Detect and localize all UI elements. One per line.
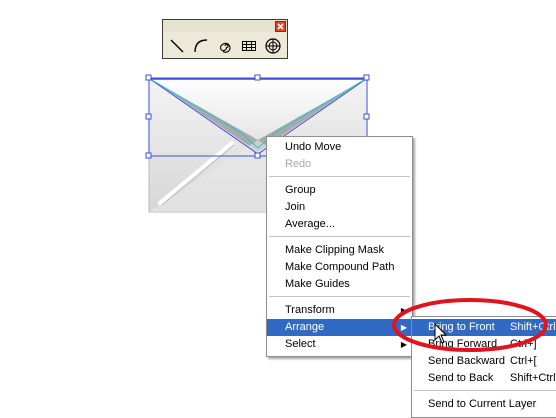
- menu-item-make-compound-path[interactable]: Make Compound Path: [267, 259, 412, 276]
- line-segment-tool-icon[interactable]: [165, 35, 189, 57]
- menu-separator: [269, 296, 410, 297]
- menu-separator: [269, 236, 410, 237]
- close-icon[interactable]: [275, 21, 286, 32]
- submenu-arrow-icon: ▶: [400, 340, 407, 349]
- handle-middle-left: [145, 113, 152, 120]
- submenu-item-bring-forward[interactable]: Bring Forward Ctrl+]: [412, 336, 556, 353]
- menu-shortcut: Ctrl+[: [510, 355, 537, 367]
- menu-shortcut: Ctrl+]: [510, 338, 537, 350]
- polar-grid-tool-icon[interactable]: [261, 35, 285, 57]
- submenu-item-bring-to-front[interactable]: Bring to Front Shift+Ctrl+]: [412, 319, 556, 336]
- handle-bottom-center: [254, 152, 261, 159]
- menu-item-label: Transform: [285, 304, 335, 316]
- menu-item-label: Send to Current Layer: [428, 398, 537, 410]
- menu-item-label: Bring to Front: [428, 321, 495, 333]
- menu-item-average[interactable]: Average...: [267, 216, 412, 233]
- handle-top-left: [145, 74, 152, 81]
- menu-item-label: Bring Forward: [428, 338, 498, 350]
- handle-top-right: [363, 74, 370, 81]
- submenu-arrow-icon: ▶: [400, 306, 407, 315]
- rectangular-grid-tool-icon[interactable]: [237, 35, 261, 57]
- menu-item-group[interactable]: Group: [267, 182, 412, 199]
- submenu-arrow-icon: ▶: [400, 323, 407, 332]
- menu-shortcut: Shift+Ctrl+[: [510, 372, 556, 384]
- menu-item-label: Select: [285, 338, 316, 350]
- menu-item-make-guides[interactable]: Make Guides: [267, 276, 412, 293]
- context-menu[interactable]: Undo Move Redo Group Join Average... Mak…: [266, 136, 413, 357]
- menu-shortcut: Shift+Ctrl+]: [510, 321, 556, 333]
- tool-palette[interactable]: [162, 19, 288, 59]
- submenu-item-send-backward[interactable]: Send Backward Ctrl+[: [412, 353, 556, 370]
- menu-item-label: Send to Back: [428, 372, 494, 384]
- palette-titlebar[interactable]: [163, 20, 287, 32]
- arrange-submenu[interactable]: Bring to Front Shift+Ctrl+] Bring Forwar…: [411, 316, 556, 418]
- menu-item-undo-move[interactable]: Undo Move: [267, 139, 412, 156]
- menu-item-make-clipping-mask[interactable]: Make Clipping Mask: [267, 242, 412, 259]
- menu-item-redo: Redo: [285, 158, 312, 170]
- spiral-tool-icon[interactable]: [213, 35, 237, 57]
- menu-item-arrange[interactable]: Arrange ▶: [267, 319, 412, 336]
- menu-item-label: Arrange: [285, 321, 325, 333]
- menu-separator: [414, 390, 556, 391]
- menu-item-label: Send Backward: [428, 355, 506, 367]
- handle-top-center: [254, 74, 261, 81]
- submenu-item-send-to-current-layer[interactable]: Send to Current Layer: [412, 396, 556, 413]
- menu-item-select[interactable]: Select ▶: [267, 336, 412, 353]
- menu-separator: [269, 176, 410, 177]
- menu-item-transform[interactable]: Transform ▶: [267, 302, 412, 319]
- handle-bottom-left: [145, 152, 152, 159]
- handle-middle-right: [363, 113, 370, 120]
- submenu-item-send-to-back[interactable]: Send to Back Shift+Ctrl+[: [412, 370, 556, 387]
- arc-tool-icon[interactable]: [189, 35, 213, 57]
- menu-item-join[interactable]: Join: [267, 199, 412, 216]
